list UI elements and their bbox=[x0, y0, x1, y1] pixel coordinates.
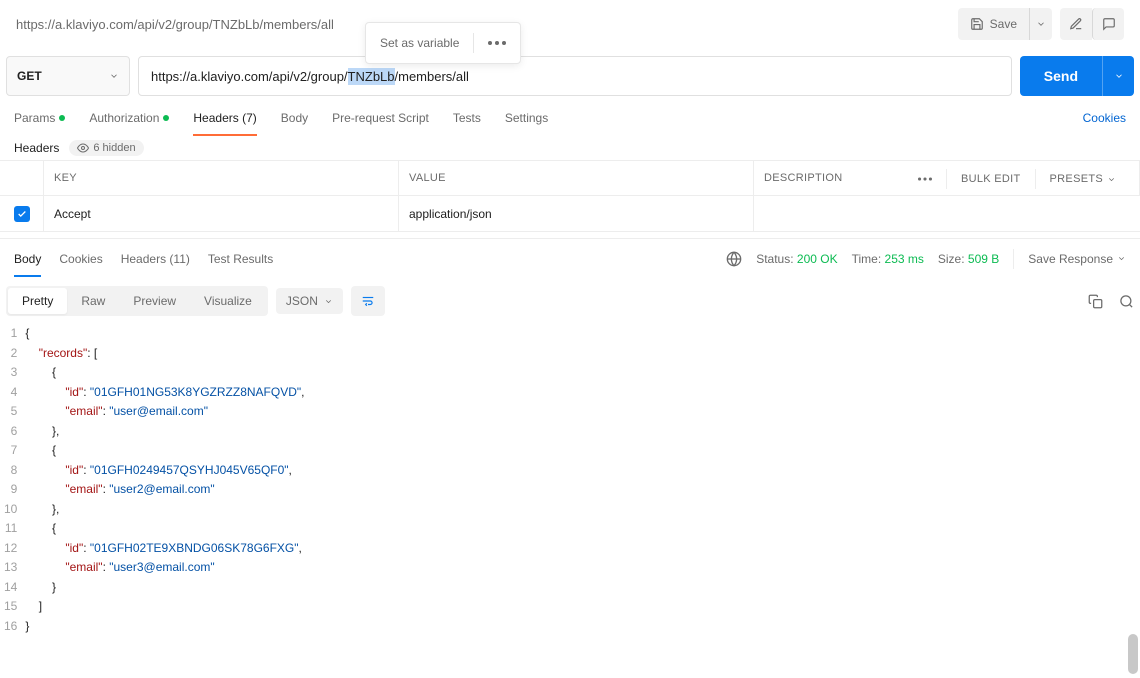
resp-tab-headers[interactable]: Headers (11) bbox=[121, 241, 190, 277]
line-gutter: 12345678910111213141516 bbox=[4, 324, 25, 636]
tab-body[interactable]: Body bbox=[281, 100, 308, 136]
wrap-button[interactable] bbox=[351, 286, 385, 316]
chevron-down-icon bbox=[109, 71, 119, 81]
status-dot-icon bbox=[59, 115, 65, 121]
column-value: VALUE bbox=[399, 161, 754, 195]
set-variable-link[interactable]: Set as variable bbox=[380, 36, 459, 50]
tab-pre-request[interactable]: Pre-request Script bbox=[332, 100, 429, 136]
url-suffix: /members/all bbox=[395, 69, 469, 84]
tab-label: Headers bbox=[193, 111, 238, 125]
time-label: Time: bbox=[852, 252, 882, 266]
save-response-dropdown[interactable]: Save Response bbox=[1028, 252, 1126, 266]
tab-headers[interactable]: Headers (7) bbox=[193, 100, 256, 136]
table-row[interactable]: Accept application/json bbox=[0, 196, 1140, 232]
scrollbar[interactable] bbox=[1124, 340, 1138, 676]
view-raw[interactable]: Raw bbox=[67, 288, 119, 314]
response-body[interactable]: 12345678910111213141516 { "records": [ {… bbox=[0, 322, 1140, 636]
format-select[interactable]: JSON bbox=[276, 288, 343, 314]
chevron-down-icon bbox=[1114, 71, 1124, 81]
status-code: 200 OK bbox=[797, 252, 838, 266]
status-block: Status: 200 OK bbox=[756, 252, 837, 266]
tab-tests[interactable]: Tests bbox=[453, 100, 481, 136]
url-prefix: https://a.klaviyo.com/api/v2/group/ bbox=[151, 69, 348, 84]
save-dropdown[interactable] bbox=[1029, 8, 1052, 40]
save-button[interactable]: Save bbox=[958, 8, 1029, 40]
tab-authorization[interactable]: Authorization bbox=[89, 100, 169, 136]
scroll-thumb[interactable] bbox=[1128, 634, 1138, 674]
save-response-label: Save Response bbox=[1028, 252, 1113, 266]
comment-icon bbox=[1102, 17, 1116, 31]
size-block: Size: 509 B bbox=[938, 252, 999, 266]
more-icon[interactable] bbox=[488, 41, 506, 45]
view-mode-group: Pretty Raw Preview Visualize bbox=[6, 286, 268, 316]
hidden-count: 6 hidden bbox=[93, 142, 135, 154]
row-key[interactable]: Accept bbox=[44, 196, 399, 231]
method-select[interactable]: GET bbox=[6, 56, 130, 96]
variable-tooltip: Set as variable bbox=[365, 22, 521, 64]
tab-label: Authorization bbox=[89, 111, 159, 125]
headers-label: Headers bbox=[14, 141, 59, 155]
status-dot-icon bbox=[163, 115, 169, 121]
resp-tab-body[interactable]: Body bbox=[14, 241, 41, 277]
hidden-toggle[interactable]: 6 hidden bbox=[69, 140, 143, 156]
view-pretty[interactable]: Pretty bbox=[8, 288, 67, 314]
save-label: Save bbox=[990, 17, 1017, 31]
view-preview[interactable]: Preview bbox=[119, 288, 190, 314]
view-visualize[interactable]: Visualize bbox=[190, 288, 266, 314]
copy-icon[interactable] bbox=[1088, 294, 1103, 309]
size-value: 509 B bbox=[968, 252, 999, 266]
format-label: JSON bbox=[286, 294, 318, 308]
search-icon[interactable] bbox=[1119, 294, 1134, 309]
tab-params[interactable]: Params bbox=[14, 100, 65, 136]
tab-label: Params bbox=[14, 111, 55, 125]
tab-count: (7) bbox=[242, 111, 257, 125]
row-description[interactable] bbox=[754, 196, 1140, 231]
tab-label: Headers bbox=[121, 252, 166, 266]
time-block: Time: 253 ms bbox=[852, 252, 924, 266]
eye-icon bbox=[77, 142, 89, 154]
size-label: Size: bbox=[938, 252, 965, 266]
divider bbox=[473, 33, 474, 53]
column-key: KEY bbox=[44, 161, 399, 195]
checkbox-checked-icon[interactable] bbox=[14, 206, 30, 222]
comments-button[interactable] bbox=[1092, 8, 1124, 40]
row-checkbox-cell[interactable] bbox=[0, 196, 44, 231]
url-highlight: TNZbLb bbox=[348, 68, 395, 85]
presets-dropdown[interactable]: Presets bbox=[1050, 173, 1116, 185]
cookies-link[interactable]: Cookies bbox=[1083, 111, 1126, 125]
tab-settings[interactable]: Settings bbox=[505, 100, 548, 136]
presets-label: Presets bbox=[1050, 173, 1103, 185]
edit-notes-button[interactable] bbox=[1060, 8, 1092, 40]
more-icon[interactable] bbox=[918, 177, 932, 181]
save-icon bbox=[970, 17, 984, 31]
tab-count: (11) bbox=[169, 252, 189, 266]
url-input[interactable]: https://a.klaviyo.com/api/v2/group/TNZbL… bbox=[138, 56, 1012, 96]
bulk-edit-link[interactable]: Bulk Edit bbox=[961, 173, 1021, 185]
code-content: { "records": [ { "id": "01GFH01NG53K8YGZ… bbox=[25, 324, 1140, 636]
send-button[interactable]: Send bbox=[1020, 56, 1102, 96]
pencil-icon bbox=[1069, 17, 1083, 31]
row-value[interactable]: application/json bbox=[399, 196, 754, 231]
checkbox-column bbox=[0, 161, 44, 195]
wrap-icon bbox=[361, 294, 375, 308]
chevron-down-icon bbox=[1036, 19, 1046, 29]
send-dropdown[interactable] bbox=[1102, 56, 1134, 96]
status-label: Status: bbox=[756, 252, 793, 266]
network-icon[interactable] bbox=[726, 251, 742, 267]
time-value: 253 ms bbox=[885, 252, 924, 266]
resp-tab-cookies[interactable]: Cookies bbox=[59, 241, 102, 277]
resp-tab-test-results[interactable]: Test Results bbox=[208, 241, 273, 277]
method-value: GET bbox=[17, 69, 42, 83]
